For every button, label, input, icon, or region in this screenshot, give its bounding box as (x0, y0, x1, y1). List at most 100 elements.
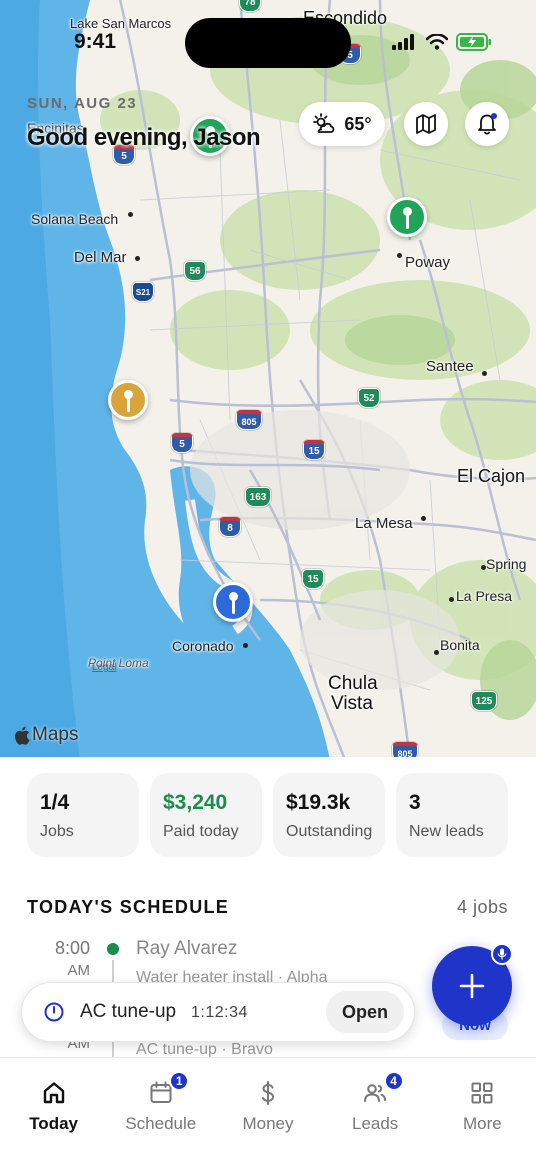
shield-i15-north: 15 (303, 440, 325, 460)
map-legal-link[interactable]: Legal (92, 662, 116, 673)
status-time: 9:41 (74, 30, 117, 53)
voice-button[interactable] (491, 943, 513, 965)
bell-icon (478, 113, 497, 135)
job-pin-pending[interactable] (108, 380, 148, 420)
signal-icon (392, 34, 414, 50)
stat-card-jobs[interactable]: 1/4 Jobs (27, 773, 139, 857)
place-lake-san-marcos: Lake San Marcos (70, 16, 172, 31)
shield-sr15: 15 (302, 569, 324, 589)
cloud-sun-icon (313, 113, 335, 133)
stat-value: $19.3k (286, 791, 351, 814)
maps-attribution-label: Maps (32, 724, 79, 745)
place-santee: Santee (426, 358, 474, 375)
active-timer-bar[interactable]: AC tune-up 1:12:34 Open (21, 982, 415, 1042)
greeting-title: Good evening, Jason (27, 124, 261, 151)
place-bonita: Bonita (440, 637, 480, 653)
job-status-dot (107, 943, 119, 955)
shield-sr56: 56 (184, 261, 206, 281)
map-toggle-button[interactable] (404, 102, 448, 146)
dot-solana-beach (128, 212, 133, 217)
place-la-mesa: La Mesa (355, 515, 413, 532)
stat-label: Paid today (163, 823, 239, 840)
shield-i5-central: 5 (171, 433, 193, 453)
tab-label: Today (29, 1114, 78, 1133)
place-solana-beach: Solana Beach (31, 211, 119, 227)
tab-label: Money (242, 1114, 294, 1133)
battery-charging-icon (456, 33, 491, 51)
map-icon (416, 114, 436, 134)
shield-sr52: 52 (358, 388, 380, 408)
stat-value: $3,240 (163, 791, 228, 814)
dot-del-mar (135, 256, 140, 261)
app-root: Lake San Marcos Escondido Encinitas Sola… (0, 0, 536, 1165)
status-icons (392, 33, 492, 51)
place-coronado: Coronado (172, 638, 234, 654)
stat-card-new-leads[interactable]: 3 New leads (396, 773, 508, 857)
tab-more[interactable]: More (429, 1058, 536, 1165)
place-spring: Spring (486, 556, 527, 572)
weather-chip[interactable]: 65° (299, 102, 385, 146)
stat-label: New leads (409, 823, 484, 840)
dot-bonita (434, 650, 439, 655)
place-del-mar: Del Mar (74, 249, 127, 266)
shield-sr125: 125 (471, 691, 497, 711)
tab-schedule[interactable]: 1 Schedule (107, 1058, 214, 1165)
wifi-icon (426, 34, 448, 50)
place-vista: Vista (331, 693, 373, 714)
shield-i805: 805 (236, 410, 262, 430)
job-time: 8:00 (54, 938, 90, 958)
dot-spring (481, 565, 486, 570)
dynamic-island (185, 18, 351, 68)
notifications-button[interactable] (465, 102, 509, 146)
timer-elapsed: 1:12:34 (191, 1004, 248, 1021)
shield-s21: S21 (132, 282, 154, 302)
maps-attribution: Maps (14, 724, 78, 746)
dollar-icon (261, 1081, 274, 1105)
timer-job-label: AC tune-up (80, 1001, 177, 1022)
timer-icon (44, 1002, 64, 1022)
schedule-title: TODAY'S SCHEDULE (27, 897, 230, 917)
stat-value: 3 (409, 791, 421, 814)
place-chula: Chula (328, 673, 378, 694)
job-ampm: AM (67, 962, 91, 979)
tab-label: Leads (351, 1114, 399, 1133)
stats-row: 1/4 Jobs $3,240 Paid today $19.3k Outsta… (27, 773, 509, 857)
dot-coronado (243, 643, 248, 648)
schedule-count[interactable]: 4 jobs (457, 897, 508, 918)
grid-icon (471, 1082, 493, 1104)
job-pin-poway[interactable] (387, 197, 427, 237)
plus-icon (459, 973, 485, 999)
dot-santee (482, 371, 487, 376)
tab-label: More (462, 1114, 502, 1133)
stat-label: Outstanding (286, 823, 373, 840)
schedule-badge: 1 (169, 1071, 190, 1091)
today-sheet: 1/4 Jobs $3,240 Paid today $19.3k Outsta… (0, 757, 536, 1165)
tab-label: Schedule (125, 1114, 197, 1133)
stat-value: 1/4 (40, 791, 70, 814)
date-label: SUN, AUG 23 (27, 95, 138, 112)
leads-badge: 4 (383, 1071, 404, 1091)
place-el-cajon: El Cajon (457, 466, 526, 486)
stat-card-paid-today[interactable]: $3,240 Paid today (150, 773, 262, 857)
stat-label: Jobs (40, 823, 74, 840)
tab-today[interactable]: Today (0, 1058, 107, 1165)
weather-temp: 65° (344, 113, 372, 134)
tab-bar: Today 1 Schedule Money 4 Leads More (0, 1057, 536, 1165)
tab-money[interactable]: Money (214, 1058, 321, 1165)
place-poway: Poway (405, 254, 451, 271)
dot-la-presa (449, 597, 454, 602)
job-pin-current[interactable] (213, 582, 253, 622)
job-client-name[interactable]: Ray Alvarez (136, 938, 237, 960)
home-icon (43, 1082, 64, 1104)
shield-i8: 8 (219, 517, 241, 537)
map-view[interactable]: Lake San Marcos Escondido Encinitas Sola… (0, 0, 536, 760)
dot-la-mesa (421, 516, 426, 521)
tab-leads[interactable]: 4 Leads (322, 1058, 429, 1165)
shield-sr163: 163 (245, 487, 271, 507)
dot-poway (397, 253, 402, 258)
apple-logo-icon (15, 726, 30, 745)
timer-open-button[interactable]: Open (326, 991, 404, 1033)
mic-icon (497, 948, 507, 960)
place-la-presa: La Presa (456, 588, 513, 604)
stat-card-outstanding[interactable]: $19.3k Outstanding (273, 773, 385, 857)
